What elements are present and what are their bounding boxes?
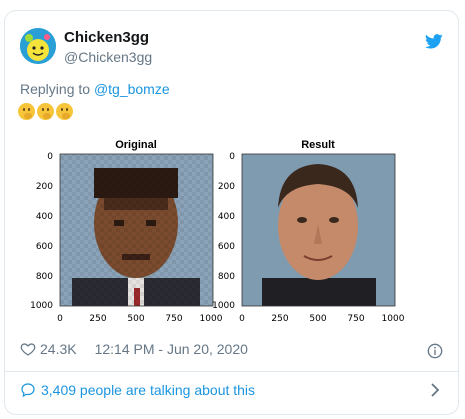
avatar-image (20, 28, 56, 64)
panel-result: Result (241, 139, 396, 307)
svg-text:0: 0 (57, 314, 63, 324)
svg-text:1000: 1000 (30, 301, 53, 311)
chevron-right-icon[interactable] (430, 383, 440, 397)
svg-text:750: 750 (165, 314, 182, 324)
svg-text:250: 250 (271, 314, 288, 324)
svg-text:800: 800 (218, 272, 235, 282)
conversation-text: 3,409 people are talking about this (41, 382, 256, 398)
panel-title: Result (301, 139, 335, 151)
svg-text:0: 0 (239, 314, 245, 324)
svg-text:500: 500 (309, 314, 326, 324)
svg-text:600: 600 (36, 242, 53, 252)
comment-bubble-icon (21, 383, 35, 398)
avatar[interactable] (20, 28, 56, 64)
svg-text:400: 400 (36, 212, 53, 222)
display-name[interactable]: Chicken3gg (64, 29, 149, 46)
thinking-face-emoji (18, 103, 35, 120)
info-icon[interactable] (427, 343, 443, 359)
tweet-media-figure[interactable]: Original Result 0 200 400 600 800 1000 0… (0, 128, 465, 328)
svg-text:200: 200 (218, 182, 235, 192)
emoji-row (18, 103, 73, 120)
svg-text:1000: 1000 (212, 301, 235, 311)
panel-original: Original (59, 139, 214, 307)
svg-text:500: 500 (127, 314, 144, 324)
thinking-face-emoji (37, 103, 54, 120)
user-handle[interactable]: @Chicken3gg (64, 49, 152, 65)
svg-text:250: 250 (89, 314, 106, 324)
svg-text:750: 750 (347, 314, 364, 324)
svg-text:0: 0 (47, 152, 53, 162)
tweet-stats: 24.3K 12:14 PM - Jun 20, 2020 (20, 341, 248, 357)
svg-text:1000: 1000 (382, 314, 405, 324)
like-count[interactable]: 24.3K (40, 341, 77, 357)
reply-context: Replying to @tg_bomze (20, 81, 170, 97)
tweet-timestamp[interactable]: 12:14 PM - Jun 20, 2020 (95, 341, 248, 357)
divider (4, 371, 459, 372)
thinking-face-emoji (56, 103, 73, 120)
heart-icon[interactable] (20, 341, 36, 357)
reply-target-link[interactable]: @tg_bomze (94, 81, 170, 97)
twitter-bird-icon[interactable] (425, 34, 443, 49)
conversation-link[interactable]: 3,409 people are talking about this (20, 382, 255, 398)
reply-prefix: Replying to (20, 81, 94, 97)
svg-text:400: 400 (218, 212, 235, 222)
panel-title: Original (115, 139, 157, 151)
svg-text:200: 200 (36, 182, 53, 192)
svg-text:0: 0 (229, 152, 235, 162)
svg-text:600: 600 (218, 242, 235, 252)
svg-text:1000: 1000 (200, 314, 223, 324)
svg-text:800: 800 (36, 272, 53, 282)
